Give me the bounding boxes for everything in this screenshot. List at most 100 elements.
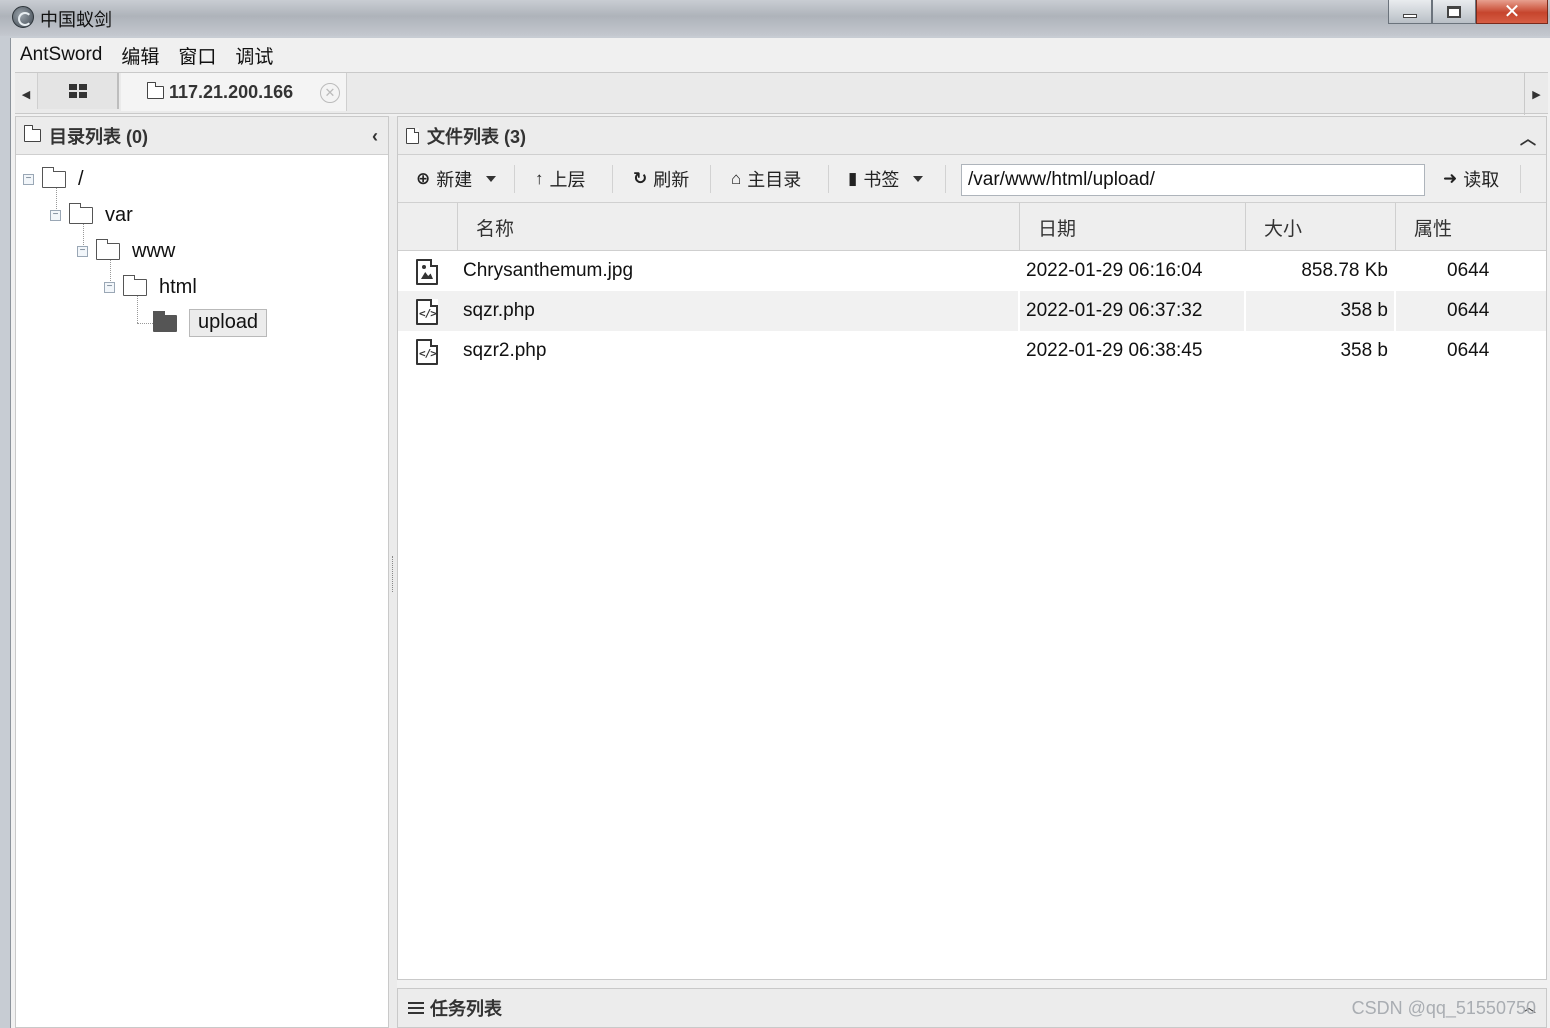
- file-date: 2022-01-29 06:16:04: [1026, 260, 1203, 281]
- tree-node-var[interactable]: − var: [50, 198, 133, 232]
- grid-icon: [68, 84, 87, 98]
- tree-collapse-toggle[interactable]: −: [23, 173, 34, 185]
- read-button-label: 读取: [1463, 170, 1500, 190]
- tab-connection[interactable]: 117.21.200.166 ✕: [121, 73, 347, 111]
- file-permission: 0644: [1447, 260, 1490, 281]
- tab-scroll-left-button[interactable]: ◀: [15, 73, 37, 115]
- file-size: 358 b: [1340, 340, 1388, 361]
- new-button[interactable]: ⊕ 新建: [416, 155, 497, 203]
- bookmark-button-label: 书签: [863, 170, 900, 190]
- plus-circle-icon: ⊕: [416, 169, 431, 188]
- panel-splitter[interactable]: [389, 116, 397, 1028]
- file-panel: 文件列表 (3) ︿ ⊕ 新建 ↑ 上层 ↻ 刷新 ⌂ 主目录 ▮ 书签 /va…: [397, 116, 1547, 980]
- table-row[interactable]: </> sqzr2.php 2022-01-29 06:38:45 358 b …: [398, 331, 1546, 371]
- folder-icon: [68, 202, 93, 224]
- image-file-icon: [416, 259, 438, 285]
- minimize-button[interactable]: [1388, 0, 1432, 24]
- tree-node-label: upload: [189, 309, 268, 337]
- file-date: 2022-01-29 06:37:32: [1026, 300, 1203, 321]
- tab-close-button[interactable]: ✕: [320, 83, 340, 103]
- folder-icon: [122, 274, 147, 296]
- arrow-right-icon: ➜: [1443, 169, 1458, 188]
- menu-bar: AntSword 编辑 窗口 调试: [11, 38, 1550, 72]
- table-row[interactable]: </> sqzr.php 2022-01-29 06:37:32 358 b 0…: [398, 291, 1546, 331]
- directory-panel-title: 目录列表 (0): [49, 126, 148, 147]
- antsword-logo-icon: [12, 6, 34, 28]
- collapse-up-icon[interactable]: ︿: [1520, 125, 1536, 149]
- up-level-button[interactable]: ↑ 上层: [535, 155, 586, 203]
- bookmark-button[interactable]: ▮ 书签: [848, 155, 924, 203]
- file-date: 2022-01-29 06:38:45: [1026, 340, 1203, 361]
- close-window-button[interactable]: ✕: [1476, 0, 1548, 24]
- tab-strip: ◀ 117.21.200.166 ✕ ▶: [15, 72, 1548, 115]
- up-level-button-label: 上层: [549, 170, 586, 190]
- tree-collapse-toggle[interactable]: −: [104, 281, 115, 293]
- path-input[interactable]: [961, 164, 1425, 196]
- file-permission: 0644: [1447, 300, 1490, 321]
- file-toolbar: ⊕ 新建 ↑ 上层 ↻ 刷新 ⌂ 主目录 ▮ 书签 ➜ 读取: [398, 155, 1546, 203]
- window-title: 中国蚁剑: [40, 10, 112, 30]
- tree-node-label: html: [159, 275, 197, 298]
- folder-icon: [23, 125, 41, 142]
- column-header-size[interactable]: 大小: [1245, 203, 1395, 251]
- window-controls: ✕: [1388, 0, 1548, 24]
- chevron-down-icon: [486, 176, 497, 182]
- triangle-left-icon: ◀: [21, 88, 31, 101]
- read-button[interactable]: ➜ 读取: [1443, 155, 1499, 203]
- tree-node-html[interactable]: − html: [104, 270, 197, 304]
- folder-icon: [41, 166, 66, 188]
- tab-scroll-right-button[interactable]: ▶: [1524, 73, 1548, 115]
- task-panel-title: 任务列表: [430, 999, 502, 1019]
- code-file-icon: </>: [416, 299, 438, 325]
- tree-node-www[interactable]: − www: [77, 234, 175, 268]
- table-row[interactable]: Chrysanthemum.jpg 2022-01-29 06:16:04 85…: [398, 251, 1546, 291]
- directory-panel-header: 目录列表 (0) ‹: [16, 117, 388, 155]
- tree-collapse-toggle[interactable]: −: [77, 245, 88, 257]
- column-header-permission[interactable]: 属性: [1395, 203, 1546, 251]
- collapse-left-icon[interactable]: ‹: [372, 126, 378, 147]
- file-panel-title: 文件列表 (3): [427, 126, 526, 147]
- column-header-name[interactable]: 名称: [457, 203, 1019, 251]
- file-permission: 0644: [1447, 340, 1490, 361]
- home-dir-button[interactable]: ⌂ 主目录: [731, 155, 801, 203]
- folder-icon: [95, 238, 120, 260]
- file-name: Chrysanthemum.jpg: [463, 260, 634, 281]
- new-button-label: 新建: [436, 170, 473, 190]
- home-dir-button-label: 主目录: [747, 170, 802, 190]
- menu-window[interactable]: 窗口: [178, 42, 216, 69]
- watermark: CSDN @qq_51550750: [1351, 998, 1536, 1018]
- chevron-down-icon: [913, 176, 924, 182]
- title-bar: 中国蚁剑 ✕: [0, 0, 1550, 36]
- tree-node-root[interactable]: − /: [23, 162, 84, 196]
- arrow-up-icon: ↑: [535, 169, 544, 188]
- file-grid-header: 名称 日期 大小 属性: [398, 203, 1546, 251]
- folder-open-icon: [152, 310, 177, 332]
- menu-antsword[interactable]: AntSword: [20, 44, 102, 66]
- refresh-icon: ↻: [633, 169, 648, 188]
- close-icon: ✕: [1503, 1, 1521, 23]
- refresh-button[interactable]: ↻ 刷新: [633, 155, 689, 203]
- file-name: sqzr.php: [463, 300, 535, 321]
- file-name: sqzr2.php: [463, 340, 547, 361]
- tree-node-upload[interactable]: upload: [152, 306, 268, 340]
- list-icon: [408, 1002, 424, 1014]
- tab-home[interactable]: [37, 73, 119, 109]
- file-icon: [406, 127, 419, 144]
- maximize-button[interactable]: [1432, 0, 1476, 24]
- tree-node-label: /: [78, 167, 84, 190]
- menu-debug[interactable]: 调试: [235, 42, 273, 69]
- tree-node-label: var: [105, 203, 133, 226]
- folder-icon: [146, 81, 164, 99]
- menu-edit[interactable]: 编辑: [121, 42, 159, 69]
- directory-panel: 目录列表 (0) ‹ − / − var − www − html upload: [15, 116, 389, 1028]
- bookmark-icon: ▮: [848, 169, 858, 188]
- file-grid-body: Chrysanthemum.jpg 2022-01-29 06:16:04 85…: [398, 251, 1546, 371]
- home-icon: ⌂: [731, 169, 742, 188]
- minimize-icon: [1403, 13, 1417, 18]
- maximize-icon: [1447, 5, 1461, 18]
- file-panel-header: 文件列表 (3) ︿: [398, 117, 1546, 155]
- tree-node-label: www: [132, 239, 176, 262]
- column-header-date[interactable]: 日期: [1019, 203, 1245, 251]
- file-size: 358 b: [1340, 300, 1388, 321]
- tree-collapse-toggle[interactable]: −: [50, 209, 61, 221]
